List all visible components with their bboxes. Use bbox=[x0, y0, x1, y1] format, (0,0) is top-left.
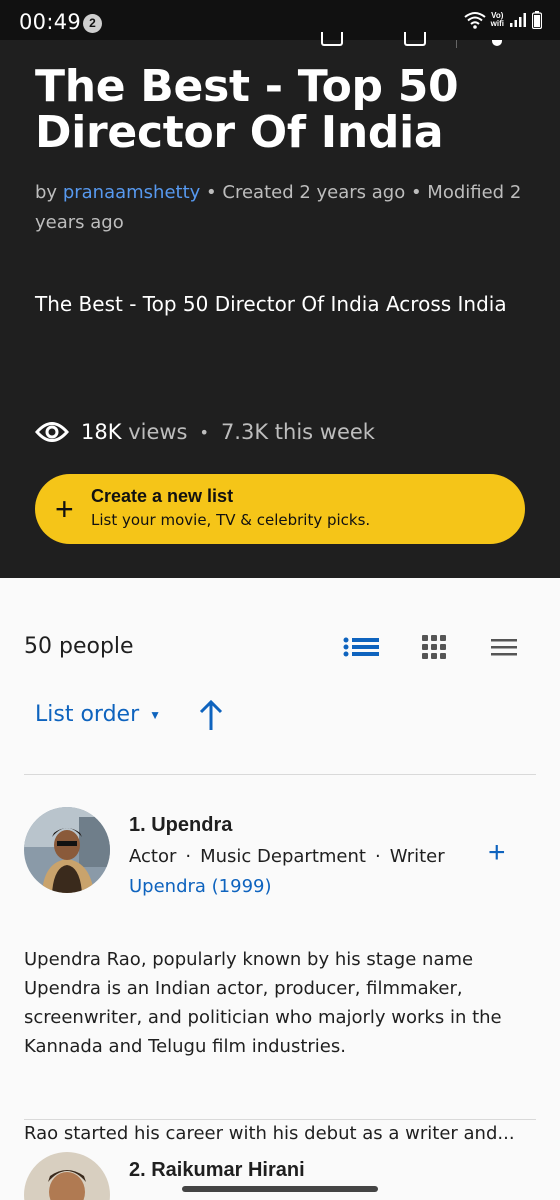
sort-dropdown[interactable]: List order ▼ bbox=[35, 702, 161, 727]
item-title[interactable]: 2. Raikumar Hirani bbox=[129, 1159, 305, 1182]
item-description: Upendra Rao, popularly known by his stag… bbox=[24, 949, 515, 1144]
create-list-subtitle: List your movie, TV & celebrity picks. bbox=[91, 511, 371, 529]
more-options-icon[interactable] bbox=[492, 40, 502, 46]
item-known-for-link[interactable]: Upendra (1999) bbox=[129, 876, 272, 897]
battery-icon bbox=[532, 11, 542, 29]
toolbar-divider bbox=[456, 40, 457, 48]
list-content: 50 people List order ▼ 1. Upendra Actor … bbox=[0, 578, 560, 1200]
avatar-image bbox=[24, 807, 110, 893]
eye-icon bbox=[35, 422, 69, 442]
avatar[interactable] bbox=[24, 807, 110, 893]
list-meta: by pranaamshetty • Created 2 years ago •… bbox=[35, 178, 525, 238]
collapsed-toolbar bbox=[0, 32, 560, 48]
create-new-list-button[interactable]: + Create a new list List your movie, TV … bbox=[35, 474, 525, 544]
sort-label: List order bbox=[35, 702, 140, 727]
signal-icon bbox=[510, 13, 526, 27]
people-count: 50 people bbox=[24, 634, 134, 659]
share-icon[interactable] bbox=[321, 32, 343, 46]
compact-view-icon[interactable] bbox=[486, 632, 522, 662]
plus-icon: + bbox=[55, 491, 74, 527]
status-time: 00:49 bbox=[19, 10, 82, 34]
item-title[interactable]: 1. Upendra bbox=[129, 814, 232, 837]
volte-wifi-label: Vo) wifi bbox=[490, 11, 504, 28]
add-to-list-icon[interactable]: + bbox=[488, 838, 506, 868]
notification-count-badge: 2 bbox=[83, 14, 102, 33]
views-separator: • bbox=[199, 422, 209, 442]
views-count: 18K views bbox=[81, 420, 188, 444]
edit-icon[interactable] bbox=[404, 32, 426, 46]
list-description: The Best - Top 50 Director Of India Acro… bbox=[35, 292, 507, 316]
list-title: The Best - Top 50 Director Of India bbox=[35, 61, 459, 158]
divider bbox=[24, 774, 536, 775]
status-icons: Vo) wifi bbox=[464, 11, 542, 29]
item-roles: Actor · Music Department · Writer bbox=[129, 846, 445, 867]
gesture-navigation-bar[interactable] bbox=[182, 1186, 378, 1192]
list-header: The Best - Top 50 Director Of India by p… bbox=[0, 32, 560, 578]
meta-by: by bbox=[35, 182, 58, 203]
caret-down-icon: ▼ bbox=[149, 707, 162, 722]
sort-direction-arrow-icon[interactable] bbox=[197, 698, 225, 732]
detailed-view-icon[interactable] bbox=[343, 632, 379, 662]
views-row: 18K views • 7.3K this week bbox=[35, 414, 375, 450]
views-this-week: 7.3K this week bbox=[220, 420, 375, 444]
divider bbox=[24, 1119, 536, 1120]
author-link[interactable]: pranaamshetty bbox=[63, 182, 201, 203]
grid-view-icon[interactable] bbox=[416, 632, 452, 662]
status-bar: 00:49 2 Vo) wifi bbox=[0, 0, 560, 40]
wifi-icon bbox=[464, 12, 486, 29]
create-list-title: Create a new list bbox=[91, 486, 234, 506]
